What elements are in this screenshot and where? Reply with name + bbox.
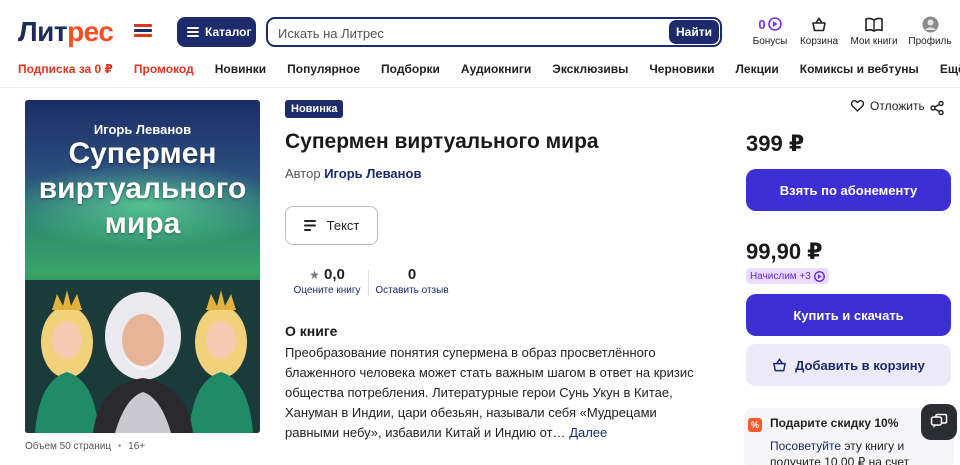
promo-text: Посоветуйте эту книгу и получите 10,00 ₽… [770, 438, 950, 465]
nav-item-subscription[interactable]: Подписка за 0 ₽ [18, 62, 113, 76]
about-heading: О книге [285, 323, 338, 339]
description: Преобразование понятия супермена в образ… [285, 345, 694, 440]
reviews-label: Оставить отзыв [375, 285, 449, 296]
divider [368, 270, 369, 296]
cart-button[interactable]: Корзина [796, 15, 842, 47]
cashback-text: Начислим +3 [750, 270, 811, 282]
chat-icon [930, 413, 948, 428]
chat-button[interactable] [921, 404, 957, 440]
nav-item-new[interactable]: Новинки [215, 62, 266, 76]
rating-label: Оцените книгу [293, 285, 361, 296]
heart-icon [851, 100, 864, 112]
reviews-count: 0 [407, 266, 417, 283]
nav-item-lectures[interactable]: Лекции [736, 62, 779, 76]
search-box: Найти [266, 17, 722, 47]
my-books-label: Мои книги [850, 36, 898, 47]
book-title: Супермен виртуального мира [285, 130, 599, 153]
menu-icon [187, 26, 199, 38]
cashback-badge: Начислим +3 [746, 268, 829, 284]
cart-icon [773, 358, 786, 372]
cover-title: Супермен виртуального мира [38, 137, 247, 240]
add-to-cart-button[interactable]: Добавить в корзину [746, 344, 951, 386]
book-icon [865, 17, 883, 32]
catalog-label: Каталог [205, 25, 252, 39]
new-badge: Новинка [285, 100, 344, 118]
header-actions: 0 Бонусы Корзина Мои книги Профиль [748, 15, 960, 51]
recommend-link[interactable]: Посоветуйте [770, 439, 841, 453]
star-icon: ★ [309, 268, 320, 282]
read-more-link[interactable]: Далее [569, 425, 607, 440]
bonus-icon [767, 17, 782, 31]
author-line: Автор Игорь Леванов [285, 166, 421, 181]
nav-more-label: Ещё [939, 62, 960, 76]
cart-label: Корзина [799, 36, 839, 47]
nav-item-popular[interactable]: Популярное [287, 62, 360, 76]
logo-flag-icon [134, 24, 152, 38]
nav-item-promocode[interactable]: Промокод [134, 62, 194, 76]
text-lines-icon [303, 220, 316, 231]
page-count: Объем 50 страниц [25, 441, 112, 452]
format-text-button[interactable]: Текст [285, 206, 378, 245]
search-input[interactable] [278, 23, 668, 43]
rate-book[interactable]: ★ 0,0 Оцените книгу [290, 266, 364, 296]
my-books-button[interactable]: Мои книги [848, 15, 900, 47]
main-nav: Подписка за 0 ₽ Промокод Новинки Популяр… [18, 62, 960, 76]
postpone-button[interactable]: Отложить [851, 99, 925, 113]
author-link[interactable]: Игорь Леванов [324, 166, 421, 181]
add-to-cart-label: Добавить в корзину [795, 357, 925, 373]
avatar-icon [922, 16, 938, 32]
nav-item-collections[interactable]: Подборки [381, 62, 440, 76]
search-button[interactable]: Найти [669, 20, 719, 44]
subscription-price: 399 ₽ [746, 131, 805, 156]
book-cover[interactable]: Игорь Леванов Супермен виртуального мира [25, 100, 260, 433]
author-label: Автор [285, 166, 321, 181]
litres-logo[interactable]: Литрес [18, 16, 114, 48]
nav-item-more[interactable]: Ещё [940, 62, 960, 76]
share-icon[interactable] [930, 101, 944, 115]
bonus-count: 0 [758, 16, 766, 32]
about-text: Преобразование понятия супермена в образ… [285, 343, 710, 443]
bonus-icon [813, 270, 825, 282]
nav-item-exclusives[interactable]: Эксклюзивы [552, 62, 628, 76]
profile-label: Профиль [908, 36, 952, 47]
profile-button[interactable]: Профиль [908, 15, 952, 47]
book-meta: Объем 50 страниц • 16+ [25, 441, 146, 452]
bonuses-button[interactable]: 0 Бонусы [750, 15, 790, 48]
book-price: 99,90 ₽ [746, 239, 823, 264]
site-header: Литрес Каталог Найти 0 Бонусы Корзина [0, 0, 960, 88]
subscription-button[interactable]: Взять по абонементу [746, 169, 951, 211]
promo-title: Подарите скидку 10% [770, 416, 899, 430]
format-label: Текст [326, 218, 360, 233]
cover-author: Игорь Леванов [93, 122, 192, 137]
postpone-label: Отложить [870, 99, 925, 113]
cover-illustration [25, 280, 260, 433]
nav-item-drafts[interactable]: Черновики [649, 62, 714, 76]
leave-review[interactable]: 0 Оставить отзыв [374, 266, 450, 296]
catalog-button[interactable]: Каталог [177, 17, 256, 47]
nav-item-comics[interactable]: Комиксы и вебтуны [800, 62, 919, 76]
percent-icon: % [748, 418, 762, 432]
age-rating: 16+ [128, 441, 146, 452]
rating-value: 0,0 [324, 266, 345, 283]
bonuses-label: Бонусы [752, 36, 788, 47]
nav-item-audiobooks[interactable]: Аудиокниги [461, 62, 531, 76]
cart-icon [812, 16, 826, 31]
buy-download-button[interactable]: Купить и скачать [746, 294, 951, 336]
